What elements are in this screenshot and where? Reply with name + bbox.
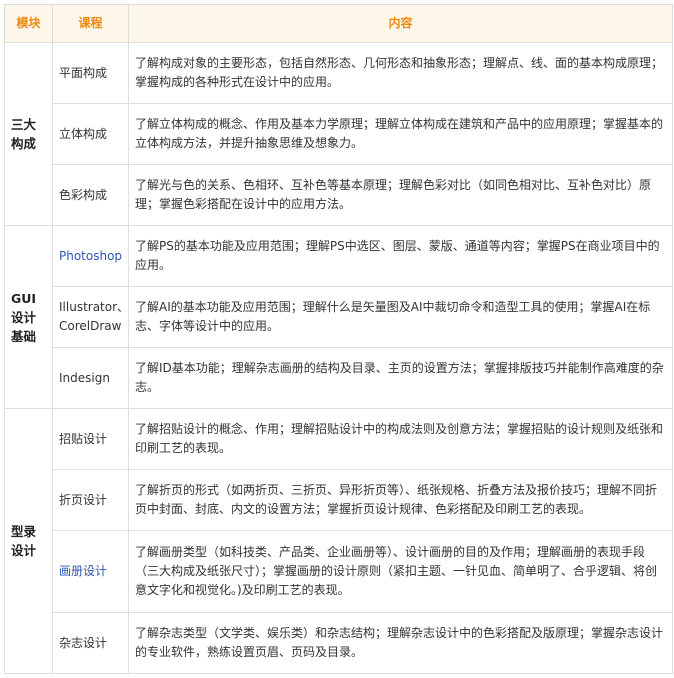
header-course: 课程: [52, 4, 129, 43]
course-link-brochure[interactable]: 画册设计: [52, 530, 129, 613]
table-row: 色彩构成 了解光与色的关系、色相环、互补色等基本原理；理解色彩对比（如同色相对比…: [5, 164, 673, 226]
content-cell: 了解杂志类型（文学类、娱乐类）和杂志结构；理解杂志设计中的色彩搭配及版原理；掌握…: [128, 612, 673, 674]
content-cell: 了解画册类型（如科技类、产品类、企业画册等）、设计画册的目的及作用；理解画册的表…: [128, 530, 673, 613]
course-cell: 立体构成: [52, 103, 129, 165]
course-cell: Indesign: [52, 347, 129, 409]
module-cell: 型录设计: [4, 408, 53, 674]
table-row: 杂志设计 了解杂志类型（文学类、娱乐类）和杂志结构；理解杂志设计中的色彩搭配及版…: [5, 612, 673, 674]
header-module: 模块: [4, 4, 53, 43]
course-cell: Illustrator、CorelDraw: [52, 286, 129, 348]
table-row: 画册设计 了解画册类型（如科技类、产品类、企业画册等）、设计画册的目的及作用；理…: [5, 530, 673, 613]
content-cell: 了解构成对象的主要形态，包括自然形态、几何形态和抽象形态；理解点、线、面的基本构…: [128, 42, 673, 104]
course-link-photoshop[interactable]: Photoshop: [52, 225, 129, 287]
table-row: 三大构成 平面构成 了解构成对象的主要形态，包括自然形态、几何形态和抽象形态；理…: [4, 42, 673, 226]
table-row: 立体构成 了解立体构成的概念、作用及基本力学原理；理解立体构成在建筑和产品中的应…: [5, 103, 673, 165]
table-row: GUI设计基础 Photoshop 了解PS的基本功能及应用范围；理解PS中选区…: [4, 225, 673, 409]
table-row: Indesign 了解ID基本功能；理解杂志画册的结构及目录、主页的设置方法；掌…: [5, 347, 673, 409]
content-cell: 了解招贴设计的概念、作用；理解招贴设计中的构成法则及创意方法；掌握招贴的设计规则…: [128, 408, 673, 470]
table-row: Illustrator、CorelDraw 了解AI的基本功能及应用范围；理解什…: [5, 286, 673, 348]
table-row: 折页设计 了解折页的形式（如两折页、三折页、异形折页等）、纸张规格、折叠方法及报…: [5, 469, 673, 531]
module-cell: GUI设计基础: [4, 225, 53, 409]
module-cell: 三大构成: [4, 42, 53, 226]
header-row: 模块 课程 内容: [4, 4, 673, 43]
course-cell: 折页设计: [52, 469, 129, 531]
content-cell: 了解折页的形式（如两折页、三折页、异形折页等）、纸张规格、折叠方法及报价技巧；理…: [128, 469, 673, 531]
content-cell: 了解立体构成的概念、作用及基本力学原理；理解立体构成在建筑和产品中的应用原理；掌…: [128, 103, 673, 165]
table-row: 型录设计 招贴设计 了解招贴设计的概念、作用；理解招贴设计中的构成法则及创意方法…: [4, 408, 673, 674]
course-cell: 招贴设计: [52, 408, 129, 470]
content-cell: 了解ID基本功能；理解杂志画册的结构及目录、主页的设置方法；掌握排版技巧并能制作…: [128, 347, 673, 409]
course-cell: 平面构成: [52, 42, 129, 104]
course-cell: 色彩构成: [52, 164, 129, 226]
content-cell: 了解PS的基本功能及应用范围；理解PS中选区、图层、蒙版、通道等内容；掌握PS在…: [128, 225, 673, 287]
header-content: 内容: [128, 4, 673, 43]
content-cell: 了解光与色的关系、色相环、互补色等基本原理；理解色彩对比（如同色相对比、互补色对…: [128, 164, 673, 226]
curriculum-table: 模块 课程 内容 三大构成 平面构成 了解构成对象的主要形态，包括自然形态、几何…: [4, 4, 673, 674]
content-cell: 了解AI的基本功能及应用范围；理解什么是矢量图及AI中裁切命令和造型工具的使用；…: [128, 286, 673, 348]
course-cell: 杂志设计: [52, 612, 129, 674]
